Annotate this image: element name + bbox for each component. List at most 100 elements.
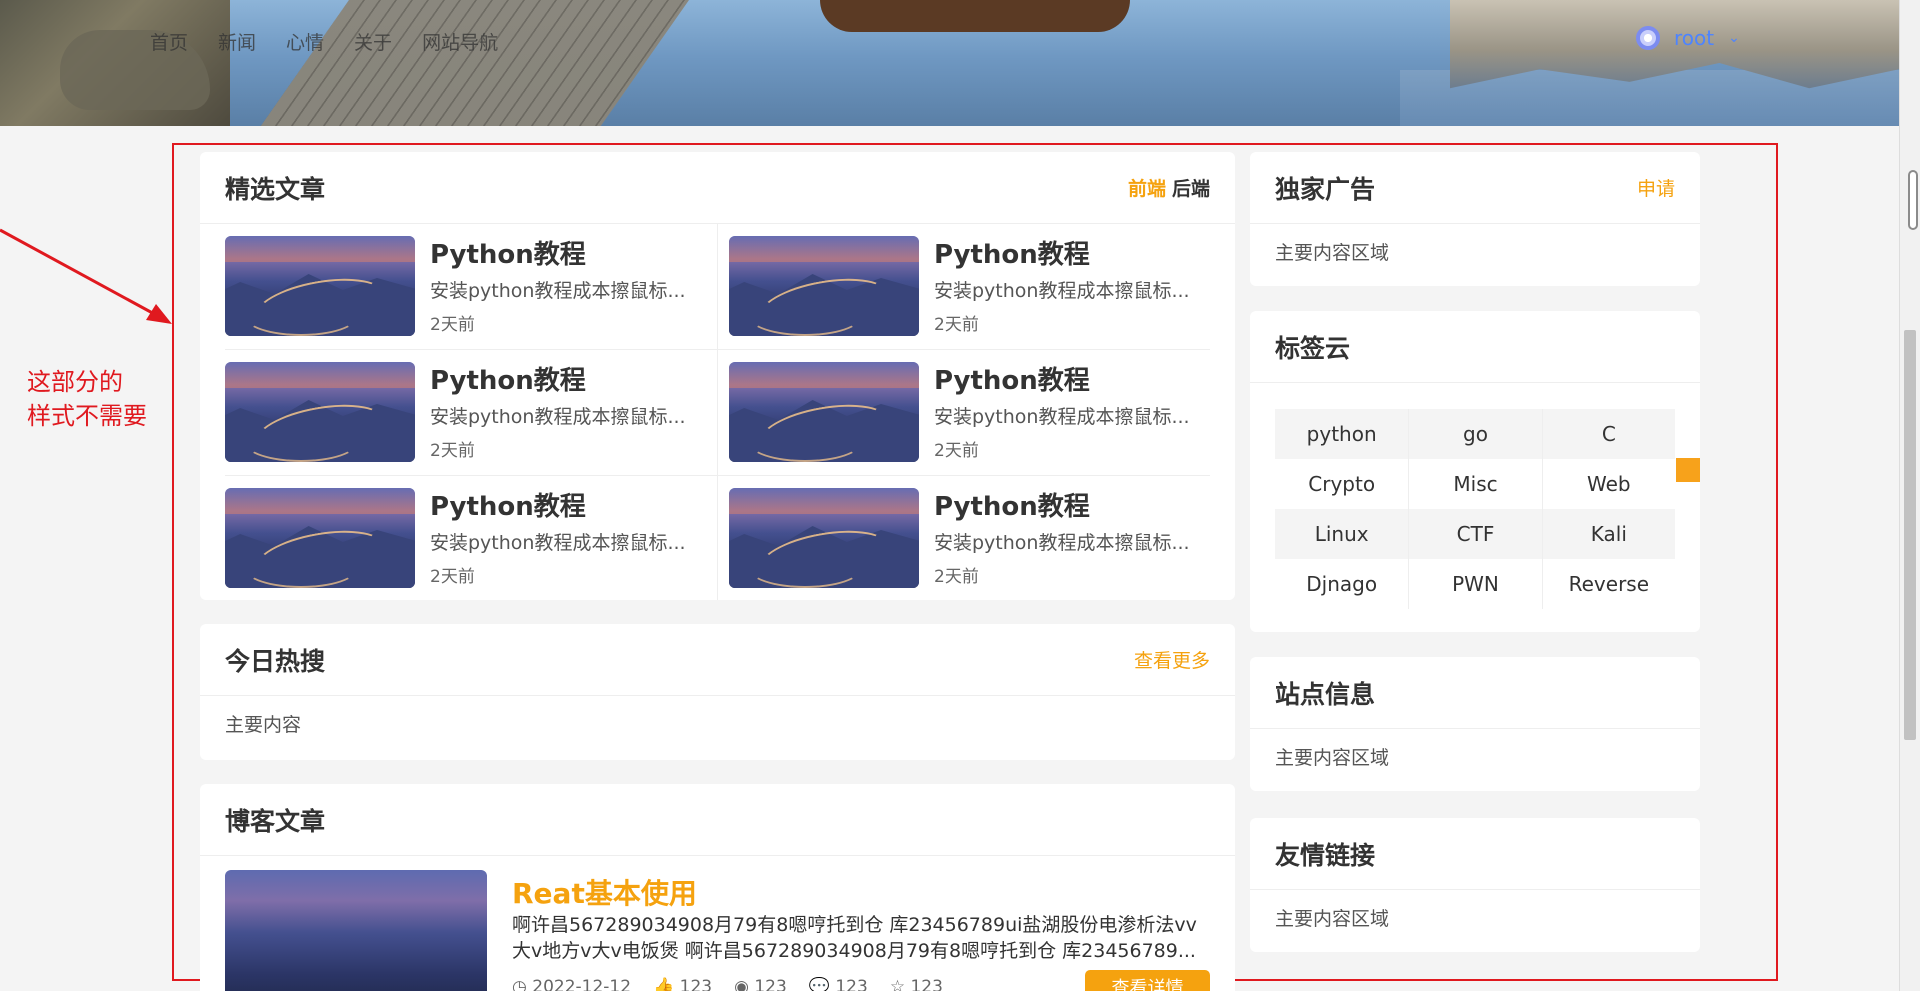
article-thumbnail[interactable] (729, 362, 919, 462)
blog-post-title[interactable]: Reat基本使用 (512, 872, 697, 912)
article-time: 2天前 (430, 315, 475, 335)
ad-header: 独家广告 申请 (1250, 152, 1700, 224)
blog-post-meta: ◷ 2022-12-12 👍 123 ◉ 123 💬 123 ☆ 123 (512, 977, 943, 991)
article-title[interactable]: Python教程 (430, 360, 586, 397)
article-desc: 安装python教程成本擦鼠标... (430, 406, 686, 428)
tag-cloud-title: 标签云 (1275, 333, 1351, 363)
tag-item[interactable]: C (1541, 409, 1675, 459)
article-desc: 安装python教程成本擦鼠标... (430, 532, 686, 554)
ad-title: 独家广告 (1275, 174, 1376, 204)
article-title[interactable]: Python教程 (430, 234, 586, 271)
featured-item[interactable]: Python教程 安装python教程成本擦鼠标... 2天前 (225, 476, 705, 601)
article-desc: 安装python教程成本擦鼠标... (934, 280, 1190, 302)
user-menu[interactable]: root ⌄ (1636, 26, 1740, 50)
article-title[interactable]: Python教程 (430, 486, 586, 523)
page-scrollbar[interactable] (1899, 0, 1920, 991)
article-thumbnail[interactable] (729, 488, 919, 588)
article-title[interactable]: Python教程 (934, 486, 1090, 523)
back-to-top-button[interactable] (1676, 458, 1700, 482)
date-meta: ◷ 2022-12-12 (512, 977, 631, 991)
view-more-link[interactable]: 查看更多 (1134, 646, 1210, 673)
tag-item[interactable]: Reverse (1541, 559, 1675, 609)
hot-search-title: 今日热搜 (225, 646, 326, 676)
thumbs-up-icon: 👍 (653, 977, 675, 991)
article-desc: 安装python教程成本擦鼠标... (934, 406, 1190, 428)
user-name[interactable]: root (1674, 26, 1714, 50)
views-meta: ◉ 123 (734, 977, 787, 991)
tag-item[interactable]: go (1408, 409, 1542, 459)
eye-icon: ◉ (734, 977, 749, 991)
article-thumbnail[interactable] (225, 488, 415, 588)
nav-item-home[interactable]: 首页 (150, 28, 188, 55)
article-thumbnail[interactable] (729, 236, 919, 336)
tag-item[interactable]: Web (1541, 459, 1675, 509)
star-icon: ☆ (889, 977, 906, 991)
comment-icon: 💬 (808, 977, 830, 991)
blog-header: 博客文章 (200, 784, 1235, 856)
featured-item[interactable]: Python教程 安装python教程成本擦鼠标... 2天前 (729, 224, 1209, 349)
featured-header: 精选文章 前端 后端 (200, 152, 1235, 224)
featured-grid: Python教程 安装python教程成本擦鼠标... 2天前 Python教程… (200, 224, 1235, 600)
ad-body: 主要内容区域 (1275, 242, 1390, 264)
article-time: 2天前 (934, 567, 979, 587)
avatar[interactable] (1636, 26, 1660, 50)
likes-count: 123 (679, 977, 713, 991)
article-thumbnail[interactable] (225, 362, 415, 462)
featured-item[interactable]: Python教程 安装python教程成本擦鼠标... 2天前 (729, 350, 1209, 475)
tag-item[interactable]: Misc (1408, 459, 1541, 509)
friend-links-card: 友情链接 主要内容区域 (1250, 818, 1700, 952)
tag-item[interactable]: Kali (1541, 509, 1675, 559)
article-desc: 安装python教程成本擦鼠标... (934, 532, 1190, 554)
scrollbar-thumb[interactable] (1904, 330, 1916, 740)
nav-item-news[interactable]: 新闻 (218, 28, 256, 55)
annotation-arrow (0, 228, 172, 324)
clock-icon: ◷ (512, 977, 527, 991)
tag-item[interactable]: PWN (1408, 559, 1541, 609)
nav-item-site-nav[interactable]: 网站导航 (422, 28, 498, 55)
site-info-body: 主要内容区域 (1275, 747, 1390, 769)
featured-item[interactable]: Python教程 安装python教程成本擦鼠标... 2天前 (729, 476, 1209, 601)
article-thumbnail[interactable] (225, 236, 415, 336)
post-date: 2022-12-12 (532, 977, 632, 991)
scroll-indicator[interactable] (1908, 170, 1918, 230)
tag-item[interactable]: CTF (1408, 509, 1542, 559)
article-time: 2天前 (430, 441, 475, 461)
apply-link[interactable]: 申请 (1637, 174, 1675, 201)
tab-backend[interactable]: 后端 (1172, 174, 1210, 201)
featured-item[interactable]: Python教程 安装python教程成本擦鼠标... 2天前 (225, 224, 705, 349)
ad-card: 独家广告 申请 主要内容区域 (1250, 152, 1700, 286)
site-info-header: 站点信息 (1250, 657, 1700, 729)
hot-search-card: 今日热搜 查看更多 主要内容 (200, 624, 1235, 760)
top-nav: 首页 新闻 心情 关于 网站导航 (150, 28, 498, 55)
featured-item[interactable]: Python教程 安装python教程成本擦鼠标... 2天前 (225, 350, 705, 475)
blog-card: 博客文章 Reat基本使用 啊许昌567289034908月79有8嗯哼托到仓 … (200, 784, 1235, 991)
view-details-button[interactable]: 查看详情 (1085, 970, 1210, 991)
blog-post-desc-line: 大v地方v大v电饭煲 啊许昌567289034908月79有8嗯哼托到仓 库23… (512, 940, 1196, 962)
annotation-text: 这部分的 样式不需要 (27, 368, 147, 430)
article-title[interactable]: Python教程 (934, 360, 1090, 397)
article-time: 2天前 (934, 441, 979, 461)
likes-meta: 👍 123 (653, 977, 712, 991)
tag-item[interactable]: Linux (1275, 509, 1409, 559)
article-time: 2天前 (430, 567, 475, 587)
article-time: 2天前 (934, 315, 979, 335)
tag-item[interactable]: python (1275, 409, 1409, 459)
chevron-down-icon[interactable]: ⌄ (1728, 30, 1740, 46)
blog-thumbnail[interactable] (225, 870, 487, 991)
tag-item[interactable]: Djnago (1275, 559, 1408, 609)
comments-count: 123 (835, 977, 868, 991)
hot-search-body: 主要内容 (225, 714, 302, 736)
site-info-card: 站点信息 主要内容区域 (1250, 657, 1700, 791)
nav-item-about[interactable]: 关于 (354, 28, 392, 55)
comments-meta: 💬 123 (809, 977, 868, 991)
article-desc: 安装python教程成本擦鼠标... (430, 280, 686, 302)
tab-frontend[interactable]: 前端 (1128, 174, 1166, 201)
nav-item-mood[interactable]: 心情 (286, 28, 324, 55)
tag-item[interactable]: Crypto (1275, 459, 1408, 509)
article-title[interactable]: Python教程 (934, 234, 1090, 271)
banner-boat (820, 0, 1130, 32)
blog-title: 博客文章 (225, 806, 326, 836)
friend-links-header: 友情链接 (1250, 818, 1700, 890)
featured-title: 精选文章 (225, 174, 326, 204)
views-count: 123 (754, 977, 787, 991)
